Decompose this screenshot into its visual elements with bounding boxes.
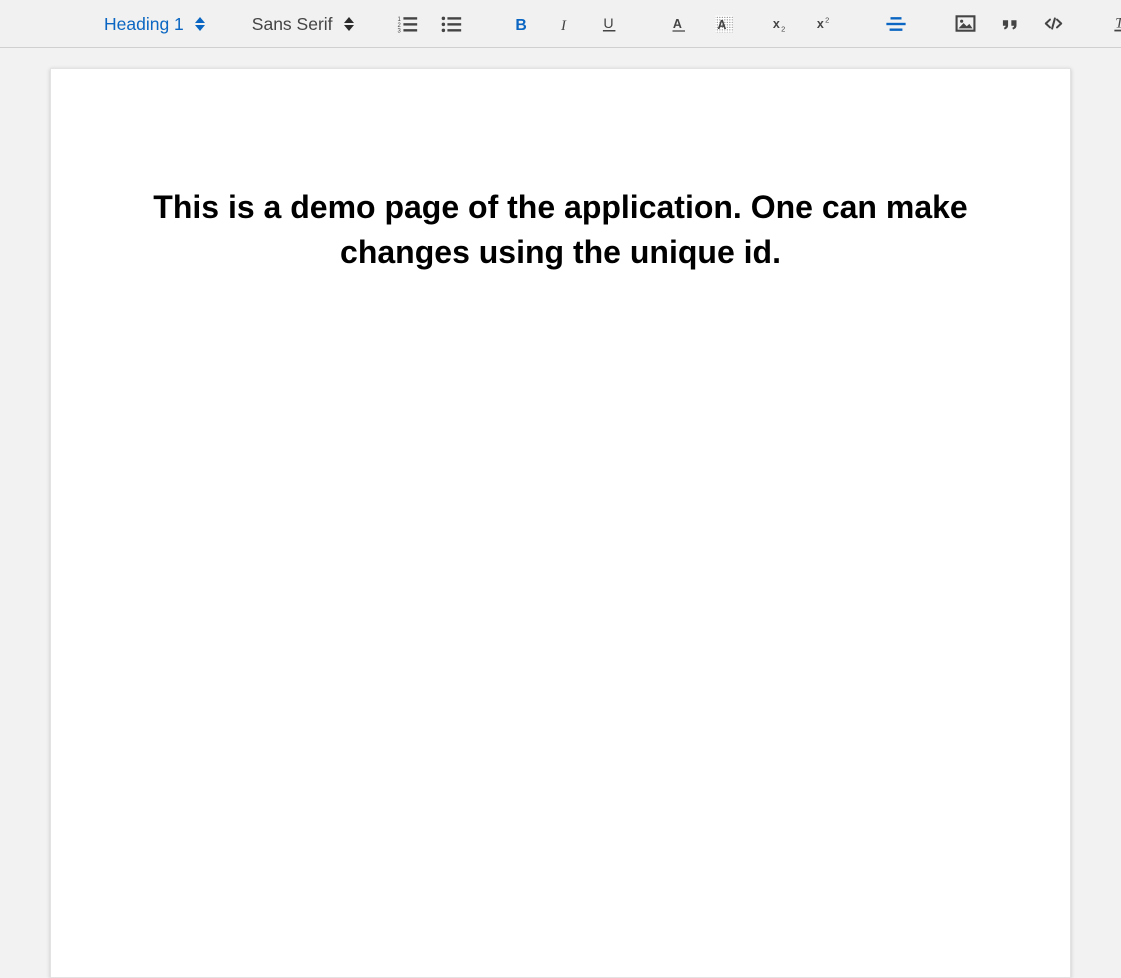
document-heading[interactable]: This is a demo page of the application. … [51,69,1070,276]
background-color-icon: A [714,14,734,34]
code-block-button[interactable] [1037,7,1071,41]
editor-canvas: This is a demo page of the application. … [0,48,1121,978]
stepper-icon[interactable] [194,16,206,31]
heading-level-picker[interactable]: Heading 1 [104,12,206,36]
list-button-group: 1 2 3 [391,0,469,47]
svg-text:I: I [560,17,567,33]
clear-format-icon: T x [1113,13,1121,35]
chevron-down-icon [194,24,205,31]
script-button-group: x 2 x 2 [765,0,843,47]
svg-text:3: 3 [397,28,401,34]
superscript-button[interactable]: x 2 [809,7,843,41]
font-family-label: Sans Serif [251,13,333,34]
svg-text:2: 2 [825,15,829,24]
code-icon [1043,13,1064,34]
insert-button-group [949,0,1071,47]
document-page[interactable]: This is a demo page of the application. … [50,68,1071,978]
svg-text:A: A [717,18,726,32]
editor-toolbar: Heading 1 Sans Serif 1 2 3 B I U A A x 2… [0,0,1121,48]
stepper-icon[interactable] [343,16,355,31]
inline-style-group: B I U [505,0,627,47]
text-color-button[interactable]: A [663,7,697,41]
chevron-up-icon [343,16,354,23]
text-color-icon: A [670,14,690,34]
bold-button[interactable]: B [505,7,539,41]
ordered-list-icon: 1 2 3 [397,13,419,35]
italic-button[interactable]: I [549,7,583,41]
clear-format-button[interactable]: T x [1107,7,1121,41]
bullet-list-icon [441,13,463,35]
insert-image-button[interactable] [949,7,983,41]
color-button-group: A A [663,0,741,47]
italic-icon: I [556,14,576,34]
bold-icon: B [512,14,532,34]
superscript-icon: x 2 [815,14,837,34]
align-center-icon [885,13,907,35]
background-color-button[interactable]: A [707,7,741,41]
heading-level-label: Heading 1 [104,13,184,34]
ordered-list-button[interactable]: 1 2 3 [391,7,425,41]
underline-button[interactable]: U [593,7,627,41]
align-center-button[interactable] [879,7,913,41]
svg-text:A: A [672,17,681,31]
svg-text:x: x [772,17,779,31]
font-family-picker[interactable]: Sans Serif [252,12,355,36]
blockquote-icon [1000,14,1020,34]
chevron-up-icon [194,16,205,23]
bullet-list-button[interactable] [435,7,469,41]
svg-text:T: T [1115,15,1121,31]
subscript-icon: x 2 [771,14,793,34]
svg-text:U: U [603,16,613,32]
svg-text:x: x [816,17,823,31]
chevron-down-icon [343,24,354,31]
svg-text:2: 2 [781,24,785,33]
image-icon [955,13,976,34]
underline-icon: U [600,14,620,34]
blockquote-button[interactable] [993,7,1027,41]
svg-text:B: B [515,16,526,33]
subscript-button[interactable]: x 2 [765,7,799,41]
